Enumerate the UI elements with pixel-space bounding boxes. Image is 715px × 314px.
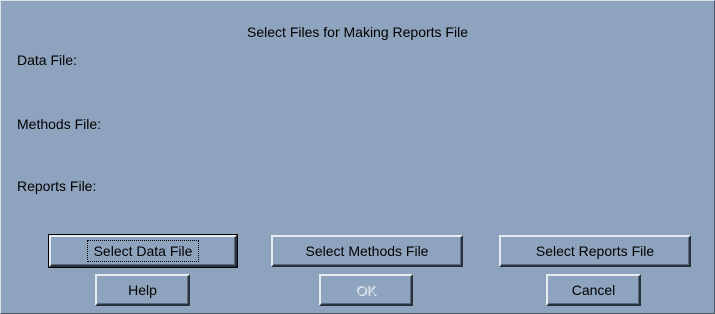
cancel-button[interactable]: Cancel — [546, 274, 641, 306]
select-reports-file-button[interactable]: Select Reports File — [499, 235, 691, 267]
help-button[interactable]: Help — [95, 274, 190, 306]
reports-file-label: Reports File: — [17, 178, 97, 194]
methods-file-label: Methods File: — [17, 116, 102, 132]
ok-button[interactable]: OK — [319, 274, 413, 306]
select-files-dialog: Select Files for Making Reports File Dat… — [0, 0, 715, 314]
select-methods-file-button[interactable]: Select Methods File — [271, 235, 463, 267]
select-data-file-button[interactable]: Select Data File — [48, 234, 238, 268]
dialog-title: Select Files for Making Reports File — [247, 24, 468, 40]
select-data-file-button-label: Select Data File — [86, 240, 200, 262]
data-file-label: Data File: — [17, 52, 77, 68]
